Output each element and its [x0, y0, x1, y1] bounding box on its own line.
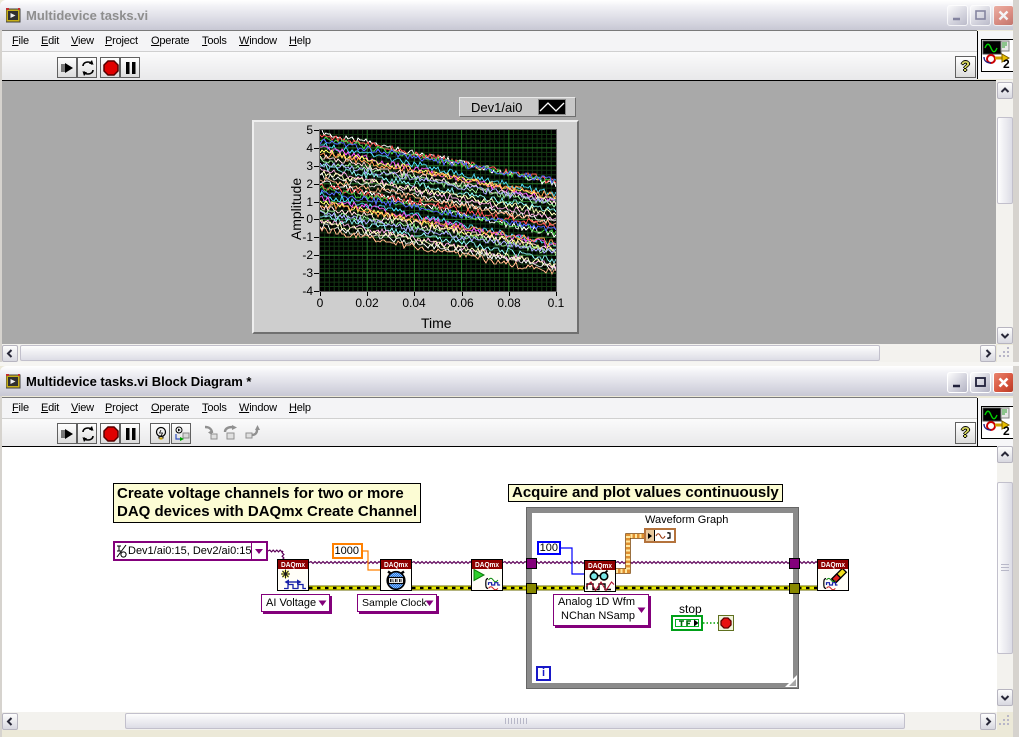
svg-text:DAQmx: DAQmx: [588, 561, 613, 570]
svg-text:DAQmx: DAQmx: [821, 560, 846, 569]
svg-text:DAQmx: DAQmx: [475, 560, 500, 569]
svg-text:2: 2: [1003, 424, 1010, 436]
svg-text:DAQmx: DAQmx: [281, 560, 306, 569]
svg-text:DAQmx: DAQmx: [384, 560, 409, 569]
svg-text:2: 2: [1003, 57, 1010, 69]
